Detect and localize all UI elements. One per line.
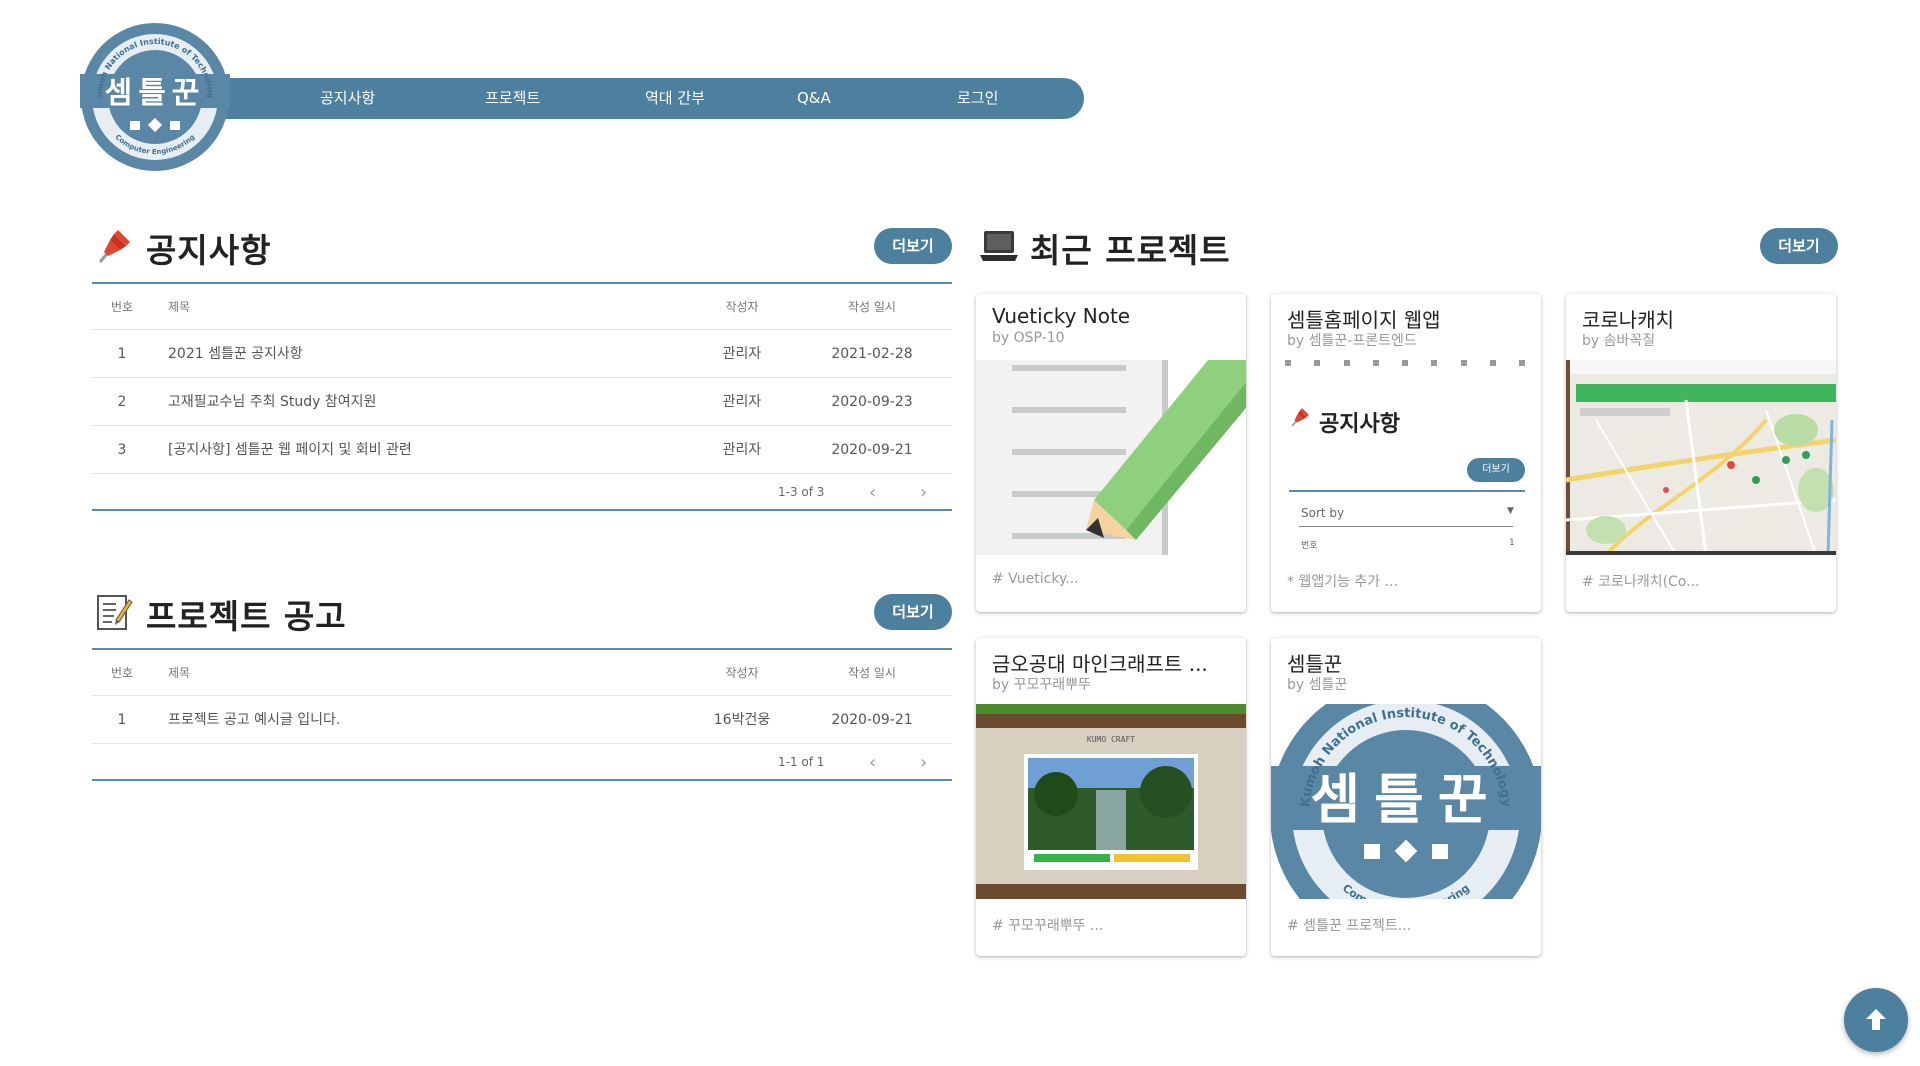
row-title[interactable]: 고재필교수님 주최 Study 참여지원	[168, 378, 376, 426]
preview-more-button: 더보기	[1467, 458, 1525, 482]
chevron-right-icon[interactable]: ›	[920, 474, 927, 511]
row-author: 관리자	[722, 394, 762, 410]
card-author: by 셈틀꾼-프론트엔드	[1287, 333, 1417, 349]
note-pencil-image	[976, 360, 1246, 555]
nav-login[interactable]: 로그인	[957, 78, 998, 119]
row-title[interactable]: [공지사항] 셈틀꾼 웹 페이지 및 회비 관련	[168, 426, 412, 474]
pushpin-icon	[1291, 408, 1309, 427]
col-title[interactable]: 제목	[168, 650, 190, 696]
chevron-left-icon[interactable]: ‹	[869, 474, 876, 511]
card-tag: # 셈틀꾼 프로젝트...	[1287, 918, 1412, 934]
project-ads-title: 프로젝트 공고	[146, 597, 347, 636]
table-row[interactable]: 1 2021 셈틀꾼 공지사항 관리자 2021-02-28	[92, 330, 952, 378]
col-no[interactable]: 번호	[102, 650, 142, 696]
nav-qna[interactable]: Q&A	[797, 78, 831, 119]
card-tag: # 코로나캐치(Co...	[1582, 574, 1700, 590]
card-author: by 꾸모꾸래뿌뚜	[992, 677, 1091, 693]
table-pagination: 1-1 of 1 ‹ ›	[92, 744, 952, 781]
preview-col-label: 번호	[1301, 541, 1318, 551]
arrow-up-icon	[1866, 1009, 1886, 1030]
card-tag: # 꾸모꾸래뿌뚜 ...	[992, 918, 1104, 934]
col-author[interactable]: 작성자	[702, 284, 782, 330]
row-title[interactable]: 프로젝트 공고 예시글 입니다.	[168, 696, 340, 744]
row-title[interactable]: 2021 셈틀꾼 공지사항	[168, 330, 303, 378]
card-title: 코로나캐치	[1582, 308, 1674, 332]
chevron-left-icon[interactable]: ‹	[869, 744, 876, 781]
row-no: 2	[117, 394, 127, 410]
row-date: 2020-09-23	[831, 394, 913, 410]
table-header-row: 번호 제목 작성자 작성 일시	[92, 284, 952, 330]
semtle-logo-image: Kumoh National Institute of Technology C…	[1271, 704, 1541, 899]
nav-past-officers[interactable]: 역대 간부	[645, 78, 705, 119]
minecraft-screenshot: KUMO CRAFT	[976, 704, 1246, 899]
row-author: 16박건웅	[713, 712, 771, 728]
notices-title: 공지사항	[146, 231, 272, 270]
row-date: 2020-09-21	[831, 712, 913, 728]
row-no: 1	[117, 712, 127, 728]
card-tag: * 웹앱기능 추가 ...	[1287, 574, 1398, 590]
logo-text: 셈틀꾼	[1310, 768, 1501, 831]
recent-projects-title: 최근 프로젝트	[1030, 231, 1231, 270]
col-no[interactable]: 번호	[102, 284, 142, 330]
chevron-right-icon[interactable]: ›	[920, 744, 927, 781]
col-title[interactable]: 제목	[168, 284, 190, 330]
notices-table: 번호 제목 작성자 작성 일시 1 2021 셈틀꾼 공지사항 관리자 2021…	[92, 282, 952, 511]
notices-more-button[interactable]: 더보기	[874, 228, 952, 264]
nav-notices[interactable]: 공지사항	[320, 78, 375, 119]
row-no: 1	[117, 346, 127, 362]
card-author: by 솜바꼭질	[1582, 333, 1656, 349]
laptop-icon	[980, 231, 1018, 261]
card-title: 셈틀홈페이지 웹앱	[1287, 308, 1441, 332]
card-author: by 셈틀꾼	[1287, 677, 1348, 693]
project-card-semtlekkun[interactable]: 셈틀꾼 by 셈틀꾼 Kumoh National Institute of T…	[1271, 638, 1541, 956]
map-screenshot	[1566, 360, 1836, 555]
col-author[interactable]: 작성자	[702, 650, 782, 696]
table-header-row: 번호 제목 작성자 작성 일시	[92, 650, 952, 696]
game-title: KUMO CRAFT	[1087, 735, 1135, 744]
pagination-range: 1-1 of 1	[778, 755, 825, 769]
project-ads-table: 번호 제목 작성자 작성 일시 1 프로젝트 공고 예시글 입니다. 16박건웅…	[92, 648, 952, 781]
table-pagination: 1-3 of 3 ‹ ›	[92, 474, 952, 511]
memo-icon	[97, 595, 133, 630]
project-card-coronacatch[interactable]: 코로나캐치 by 솜바꼭질 # 코로나캐치(Co...	[1566, 294, 1836, 612]
col-date[interactable]: 작성 일시	[822, 650, 922, 696]
table-row[interactable]: 1 프로젝트 공고 예시글 입니다. 16박건웅 2020-09-21	[92, 696, 952, 744]
site-logo[interactable]: Kumoh National Institute of Technology C…	[80, 22, 230, 172]
row-date: 2021-02-28	[831, 346, 913, 362]
row-author: 관리자	[722, 442, 762, 458]
project-card-minecraft[interactable]: 금오공대 마인크래프트 ... by 꾸모꾸래뿌뚜 KUMO CRAFT # 꾸…	[976, 638, 1246, 956]
project-ads-more-button[interactable]: 더보기	[874, 594, 952, 630]
scroll-to-top-button[interactable]	[1844, 988, 1908, 1052]
card-title: 셈틀꾼	[1287, 652, 1343, 676]
row-author: 관리자	[722, 346, 762, 362]
card-tag: # Vueticky...	[992, 571, 1079, 587]
project-card-vueticky[interactable]: Vueticky Note by OSP-10 # Vueticky...	[976, 294, 1246, 612]
logo-text: 셈틀꾼	[105, 76, 206, 111]
preview-value: 1	[1509, 538, 1515, 548]
col-date[interactable]: 작성 일시	[822, 284, 922, 330]
recent-projects-more-button[interactable]: 더보기	[1760, 228, 1838, 264]
table-row[interactable]: 3 [공지사항] 셈틀꾼 웹 페이지 및 회비 관련 관리자 2020-09-2…	[92, 426, 952, 474]
webapp-screenshot: 공지사항 더보기 Sort by ▼ 번호 1	[1271, 360, 1541, 555]
card-title: 금오공대 마인크래프트 ...	[992, 652, 1208, 676]
top-navbar: 공지사항 프로젝트 역대 간부 Q&A 로그인	[180, 78, 1084, 119]
pushpin-icon	[98, 230, 130, 263]
preview-sort-label: Sort by	[1301, 506, 1345, 520]
pagination-range: 1-3 of 3	[778, 485, 825, 499]
card-title: Vueticky Note	[992, 304, 1131, 328]
preview-title: 공지사항	[1319, 412, 1400, 437]
nav-projects[interactable]: 프로젝트	[485, 78, 540, 119]
row-no: 3	[117, 442, 127, 458]
card-author: by OSP-10	[992, 330, 1065, 346]
project-card-webapp[interactable]: 셈틀홈페이지 웹앱 by 셈틀꾼-프론트엔드 공지사항 더보기 Sort by …	[1271, 294, 1541, 612]
caret-down-icon: ▼	[1507, 506, 1514, 516]
table-row[interactable]: 2 고재필교수님 주최 Study 참여지원 관리자 2020-09-23	[92, 378, 952, 426]
row-date: 2020-09-21	[831, 442, 913, 458]
